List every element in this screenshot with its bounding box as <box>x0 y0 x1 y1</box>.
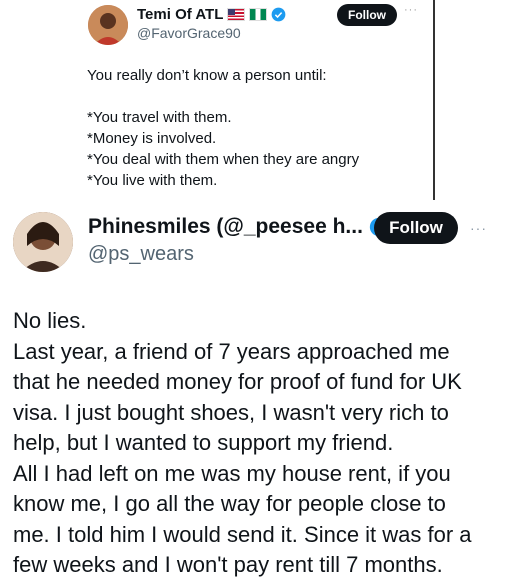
avatar[interactable] <box>88 5 128 45</box>
tweet-line: Last year, a friend of 7 years approache… <box>13 338 450 364</box>
more-options-icon[interactable]: ··· <box>470 220 487 236</box>
tweet-line: that he needed money for proof of fund f… <box>13 369 462 394</box>
tweet-line: *You deal with them when they are angry <box>87 151 360 168</box>
tweet-line: *Money is involved. <box>87 130 217 147</box>
tweet-line: You really don’t know a person until: <box>87 67 327 84</box>
display-name-row: Temi Of ATL <box>137 5 286 23</box>
user-handle[interactable]: @FavorGrace90 <box>137 25 241 41</box>
tweet-line: help, but I wanted to support my friend. <box>13 430 394 455</box>
verified-badge-icon <box>272 7 286 21</box>
tweet-line: All I had left on me was my house rent, … <box>13 460 451 486</box>
follow-button[interactable]: Follow <box>374 212 458 244</box>
tweet-line: No lies. <box>13 308 87 333</box>
reply-tweet: Phinesmiles (@_peesee h... @ps_wears Fol… <box>0 200 516 588</box>
tweet-line: *You live with them. <box>87 172 218 189</box>
more-options-icon[interactable]: ··· <box>404 4 418 16</box>
tweet-text: You really don’t know a person until: *Y… <box>87 65 417 191</box>
quoted-tweet: Temi Of ATL @FavorGrace90 Follow ··· You… <box>0 0 516 200</box>
tweet-line: visa. I just bought shoes, I wasn't very… <box>13 399 449 425</box>
display-name[interactable]: Phinesmiles (@_peesee h... <box>88 215 363 239</box>
tweet-line: few weeks and I won't pay rent till 7 mo… <box>13 552 443 577</box>
tweet-line: *You travel with them. <box>87 109 232 126</box>
avatar-image <box>13 212 73 272</box>
avatar[interactable] <box>13 212 73 272</box>
display-name[interactable]: Temi Of ATL <box>137 6 223 23</box>
display-name-row: Phinesmiles (@_peesee h... <box>88 215 389 239</box>
tweet-line-blank <box>87 86 417 107</box>
tweet-line: me. I told him I would send it. Since it… <box>13 521 472 547</box>
user-handle[interactable]: @ps_wears <box>88 243 194 266</box>
us-flag-icon <box>227 7 246 21</box>
tweet-text: No lies. Last year, a friend of 7 years … <box>13 306 503 581</box>
tweet-line: know me, I go all the way for people clo… <box>13 491 446 516</box>
follow-button[interactable]: Follow <box>337 4 397 26</box>
nigeria-flag-icon <box>249 7 268 21</box>
avatar-image <box>88 5 128 45</box>
thread-divider <box>433 0 435 200</box>
